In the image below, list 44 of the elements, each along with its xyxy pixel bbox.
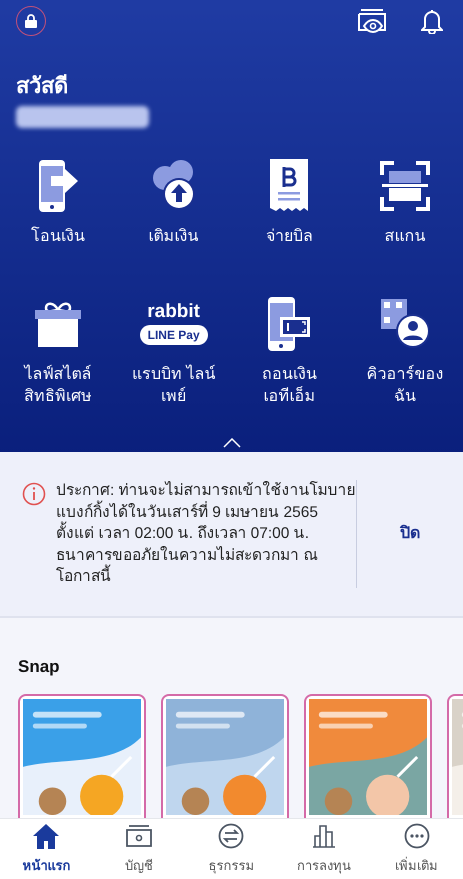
logo-text: rabbit (147, 302, 200, 321)
menu-shortcut[interactable]: rabbit LINE Pay แรบบิท ไลน์ เพย์ (116, 296, 232, 408)
menu-shortcut[interactable]: สแกน (347, 158, 463, 248)
section-title: Snap (17, 656, 61, 678)
info-icon (22, 482, 46, 506)
qr-user-icon (381, 298, 430, 348)
shortcut-label: เติมเงิน (148, 226, 199, 246)
menu-shortcut[interactable]: คิวอาร์ของ ฉัน (347, 296, 463, 408)
scan-icon (380, 160, 430, 210)
more-icon (404, 823, 430, 850)
shortcut-label: โอนเงิน (30, 226, 85, 246)
exchange-icon (218, 823, 244, 850)
menu-shortcut[interactable]: โอนเงิน (0, 158, 116, 248)
phone-transfer-icon (36, 160, 79, 212)
collapse-chevron-icon[interactable] (222, 438, 240, 448)
bar-chart-icon (312, 824, 336, 848)
lock-button[interactable] (16, 6, 46, 36)
menu-shortcut[interactable]: ถอนเงิน เอทีเอ็ม (232, 296, 348, 408)
shortcut-label: สแกน (384, 226, 426, 246)
shortcut-label: ไลฟ์สไตล์ สิทธิพิเศษ (24, 364, 92, 406)
shortcut-label: จ่ายบิล (266, 226, 313, 246)
shortcut-label: ถอนเงิน เอทีเอ็ม (262, 364, 317, 406)
lock-icon (25, 14, 37, 28)
receipt-icon (270, 158, 308, 212)
nav-tab[interactable]: การลงทุน (278, 819, 370, 879)
logo-badge: LINE Pay (140, 325, 208, 345)
wallet-icon (124, 825, 153, 848)
menu-shortcut[interactable]: ไลฟ์สไตล์ สิทธิพิเศษ (0, 296, 116, 408)
nav-tab[interactable]: บัญชี (92, 819, 186, 879)
close-button[interactable]: ปิด (357, 522, 463, 546)
gift-icon (34, 300, 81, 346)
home-icon (32, 823, 60, 850)
nav-tab[interactable]: เพิ่มเติม (370, 819, 463, 879)
hide-balance-icon[interactable] (357, 9, 387, 33)
notification-bell-icon[interactable] (421, 8, 443, 34)
menu-shortcut[interactable]: เติมเงิน (116, 158, 232, 248)
nav-tab[interactable]: หน้าแรก (0, 819, 93, 879)
shortcut-label: แรบบิท ไลน์ เพย์ (132, 364, 216, 406)
shortcut-label: คิวอาร์ของ ฉัน (366, 364, 444, 406)
greeting-title: สวัสดี (16, 72, 69, 100)
menu-shortcut[interactable]: จ่ายบิล (232, 158, 348, 248)
nav-tab[interactable]: ธุรกรรม (185, 819, 278, 879)
notice-text: ประกาศ: ท่านจะไม่สามารถเข้าใช้งานโมบาย แบงก์กิ้งได้ในวันเสาร์ที่ 9 เมษายน 2565 ตั้งแต่ เวลา 02:00 น. ถึงเวลา 07:00 น. ธนาคารขออภัยในความไม่สะดวกมา ณ โอกาสนี้ (56, 480, 356, 587)
phone-cash-icon (268, 296, 310, 350)
